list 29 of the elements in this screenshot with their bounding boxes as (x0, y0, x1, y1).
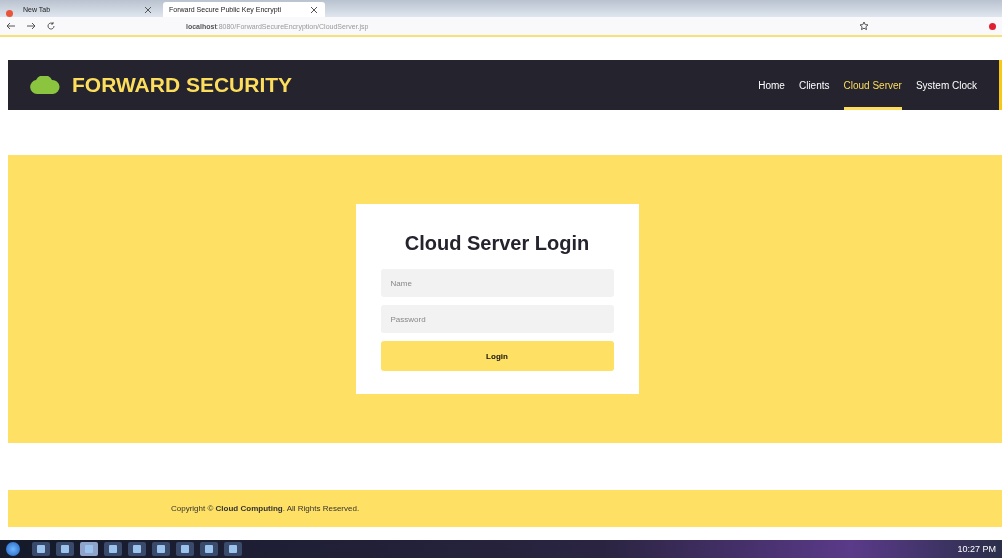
reload-icon[interactable] (46, 21, 56, 31)
close-icon[interactable] (143, 4, 153, 15)
browser-icon[interactable] (6, 10, 13, 17)
taskbar-app-icon[interactable] (104, 542, 122, 556)
brand-title[interactable]: FORWARD SECURITY (72, 73, 745, 97)
nav-link[interactable]: Clients (798, 60, 830, 110)
login-button[interactable]: Login (380, 341, 614, 371)
taskbar-app-icon[interactable] (200, 542, 218, 556)
input-field[interactable]: Password (380, 305, 614, 333)
taskbar-app-icon[interactable] (224, 542, 242, 556)
cloud-icon (30, 76, 60, 94)
nav-link[interactable]: System Clock (915, 60, 977, 110)
taskbar-app-icon[interactable] (152, 542, 170, 556)
close-icon[interactable] (309, 4, 319, 15)
nav-link[interactable]: Cloud Server (843, 60, 902, 110)
taskbar-app-icon[interactable] (32, 542, 50, 556)
shield-icon[interactable] (989, 22, 996, 30)
input-field[interactable]: Name (380, 269, 614, 297)
start-icon[interactable] (6, 542, 20, 556)
back-icon[interactable] (6, 21, 16, 31)
nav-link[interactable]: Home (758, 60, 785, 110)
taskbar-app-icon[interactable] (128, 542, 146, 556)
taskbar-app-icon[interactable] (56, 542, 74, 556)
clock: 10:27 PM (957, 544, 996, 554)
copyright-text: Copyright © Cloud Computing. All Rights Reserved. (171, 504, 360, 513)
taskbar-app-icon[interactable] (176, 542, 194, 556)
login-title: Cloud Server Login (403, 232, 591, 255)
forward-icon[interactable] (26, 21, 36, 31)
star-icon[interactable] (859, 21, 869, 31)
